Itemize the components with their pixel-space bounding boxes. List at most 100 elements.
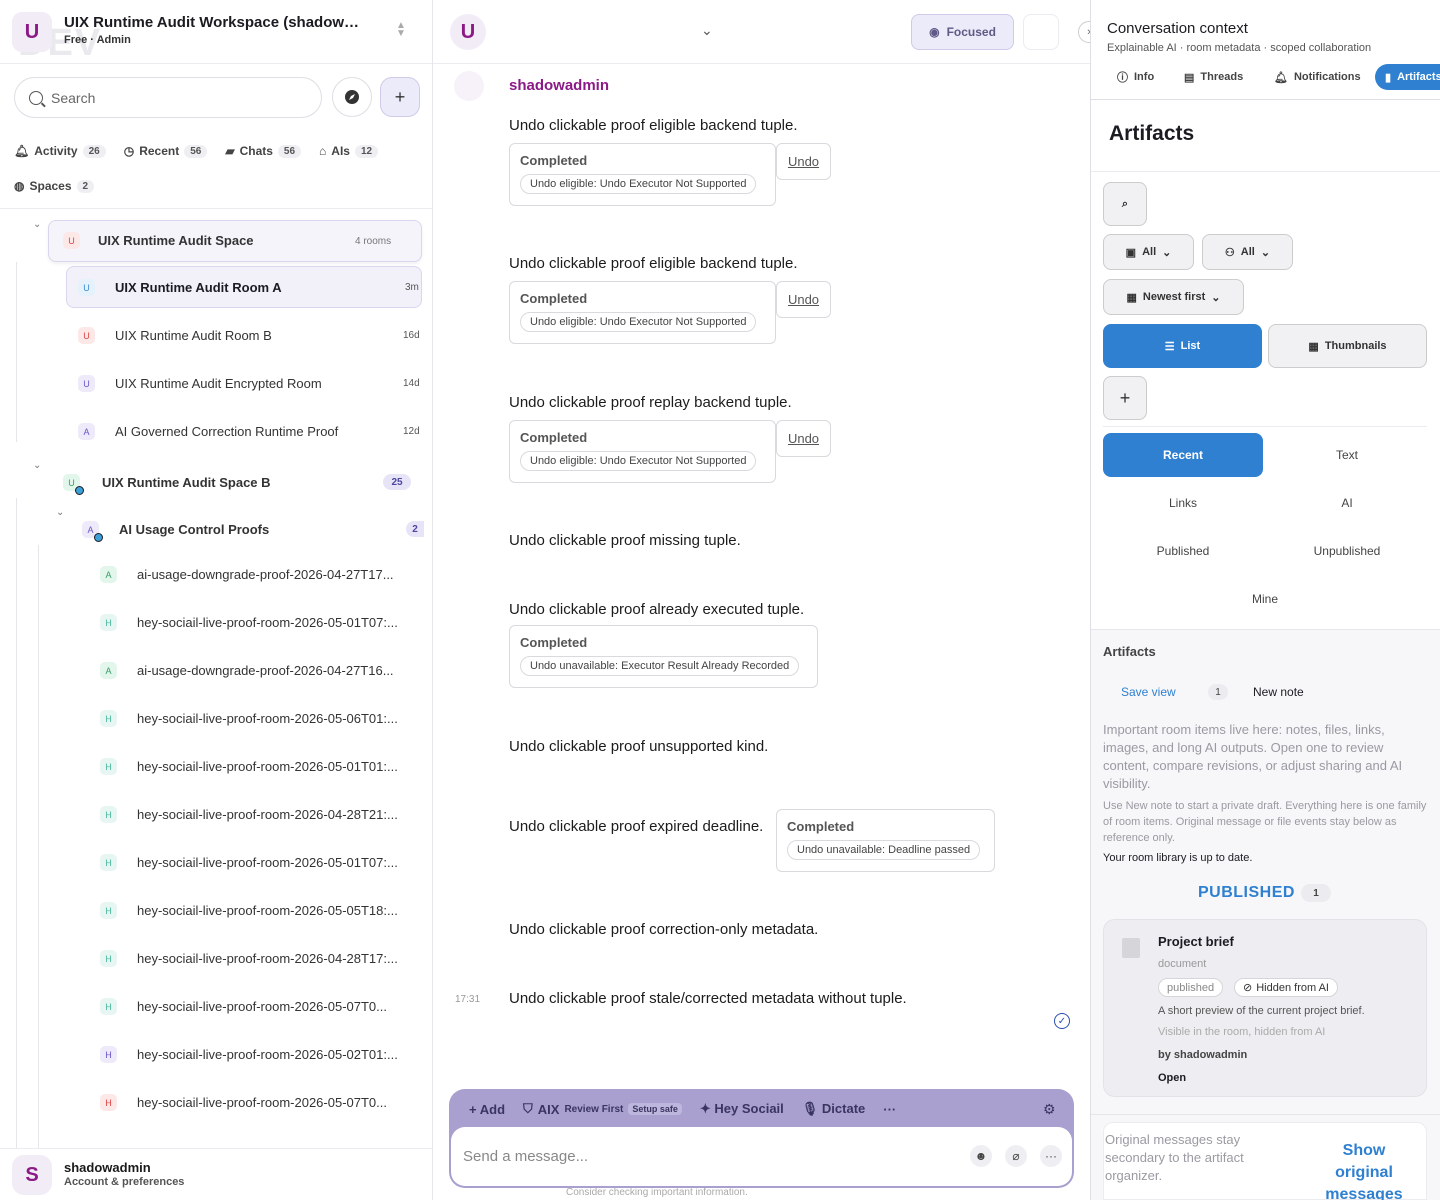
- category-recent[interactable]: Recent: [1103, 433, 1263, 477]
- search-icon: [29, 90, 43, 105]
- type-filter-dropdown[interactable]: ▣ All ⌄: [1103, 234, 1194, 270]
- action-card: Completed Undo eligible: Undo Executor N…: [509, 281, 776, 344]
- tab-info[interactable]: ⓘ Info: [1107, 64, 1164, 90]
- add-artifact-button[interactable]: +: [1103, 376, 1147, 420]
- search-placeholder: Search: [51, 89, 96, 106]
- subroom-name: ai-usage-downgrade-proof-2026-04-27T16..…: [137, 663, 394, 678]
- category-text[interactable]: Text: [1267, 433, 1427, 477]
- thumbnails-view-button[interactable]: ▦ Thumbnails: [1268, 324, 1427, 368]
- undo-button[interactable]: Undo: [776, 143, 831, 180]
- chevron-down-icon[interactable]: ⌄: [56, 507, 64, 518]
- workspace-switch-icon[interactable]: ▲ ▼: [396, 21, 406, 39]
- subroom-item[interactable]: Hhey-sociail-live-proof-room-2026-04-28T…: [100, 806, 398, 823]
- tab-count: 12: [354, 144, 379, 158]
- subroom-name: hey-sociail-live-proof-room-2026-04-28T1…: [137, 951, 398, 966]
- artifact-visibility-note: Visible in the room, hidden from AI: [1158, 1026, 1326, 1038]
- artifact-search-button[interactable]: ⌕: [1103, 182, 1147, 226]
- subroom-avatar: H: [100, 758, 117, 775]
- original-messages-footer: Original messages stay secondary to the …: [1103, 1122, 1427, 1200]
- collapse-panel-icon[interactable]: ›: [1078, 21, 1090, 43]
- chevron-down-icon[interactable]: ⌄: [701, 22, 713, 39]
- more-button[interactable]: ···: [883, 1102, 896, 1117]
- message-text: Undo clickable proof replay backend tupl…: [509, 394, 792, 411]
- space-name: UIX Runtime Audit Space B: [102, 475, 271, 490]
- aix-button[interactable]: ⛉ AIX Review First Setup safe: [523, 1101, 682, 1117]
- subroom-item[interactable]: Hhey-sociail-live-proof-room-2026-04-28T…: [100, 950, 398, 967]
- tab-artifacts[interactable]: ▮ Artifacts: [1375, 64, 1440, 90]
- room-time: 12d: [403, 426, 420, 437]
- add-button[interactable]: + Add: [469, 1102, 505, 1117]
- room-item[interactable]: A AI Governed Correction Runtime Proof: [78, 423, 338, 440]
- space-room-count: 4 rooms: [355, 236, 392, 247]
- room-item[interactable]: U UIX Runtime Audit Encrypted Room: [78, 375, 322, 392]
- subroom-item[interactable]: Hhey-sociail-live-proof-room-2026-05-01T…: [100, 758, 398, 775]
- account-avatar: S: [12, 1155, 52, 1195]
- category-links[interactable]: Links: [1103, 481, 1263, 525]
- category-ai[interactable]: AI: [1267, 481, 1427, 525]
- panel-subtitle: Explainable AI · room metadata · scoped …: [1107, 42, 1372, 54]
- chevron-down-icon[interactable]: ⌄: [33, 460, 41, 471]
- message-input[interactable]: Send a message... ☻ ⌀ ···: [451, 1127, 1072, 1186]
- space-avatar: U: [63, 474, 84, 495]
- more-icon[interactable]: ···: [1040, 1145, 1062, 1167]
- subroom-name: hey-sociail-live-proof-room-2026-05-01T0…: [137, 615, 398, 630]
- hey-sociail-button[interactable]: ✦ Hey Sociail: [700, 1101, 784, 1117]
- undo-button[interactable]: Undo: [776, 420, 831, 457]
- subroom-item[interactable]: Hhey-sociail-live-proof-room-2026-05-05T…: [100, 902, 398, 919]
- space-item-uix-runtime-audit-space-b[interactable]: U UIX Runtime Audit Space B: [63, 474, 271, 495]
- sidebar-search-input[interactable]: Search: [14, 77, 322, 118]
- open-artifact-button[interactable]: Open: [1158, 1072, 1186, 1084]
- hey-label: Hey Sociail: [714, 1101, 784, 1116]
- save-view-button[interactable]: Save view: [1121, 685, 1176, 699]
- attach-icon[interactable]: ⌀: [1005, 1145, 1027, 1167]
- room-item[interactable]: U UIX Runtime Audit Room B: [78, 327, 272, 344]
- subroom-item[interactable]: Hhey-sociail-live-proof-room-2026-05-07T…: [100, 1094, 387, 1111]
- category-mine[interactable]: Mine: [1185, 577, 1345, 621]
- subroom-item[interactable]: Hhey-sociail-live-proof-room-2026-05-07T…: [100, 998, 387, 1015]
- new-note-button[interactable]: New note: [1253, 685, 1304, 699]
- room-avatar[interactable]: U: [450, 14, 486, 50]
- category-published[interactable]: Published: [1103, 529, 1263, 573]
- subroom-item[interactable]: Aai-usage-downgrade-proof-2026-04-27T16.…: [100, 662, 394, 679]
- undo-button[interactable]: Undo: [776, 281, 831, 318]
- header-action-button[interactable]: [1023, 14, 1059, 50]
- tab-recent[interactable]: ◷ Recent 56: [124, 144, 208, 158]
- sender-name[interactable]: shadowadmin: [509, 77, 609, 94]
- chevron-down-icon: ⌄: [1211, 291, 1221, 304]
- emoji-icon[interactable]: ☻: [970, 1145, 992, 1167]
- category-unpublished[interactable]: Unpublished: [1267, 529, 1427, 573]
- artifact-card[interactable]: Project brief document published ⊘ Hidden…: [1103, 919, 1427, 1097]
- new-chat-button[interactable]: +: [380, 77, 420, 117]
- dictate-button[interactable]: 🎙︎ Dictate: [802, 1101, 865, 1117]
- subroom-item[interactable]: Hhey-sociail-live-proof-room-2026-05-01T…: [100, 614, 398, 631]
- tab-spaces[interactable]: ◍ Spaces 2: [14, 179, 95, 193]
- show-original-messages-button[interactable]: Show original messages: [1314, 1140, 1414, 1200]
- chevron-down-icon[interactable]: ⌄: [33, 219, 41, 230]
- list-view-button[interactable]: ☰ List: [1103, 324, 1262, 368]
- explore-button[interactable]: [332, 77, 372, 117]
- tab-chats[interactable]: ▰ Chats 56: [225, 144, 302, 158]
- focused-mode-button[interactable]: ◉ Focused: [911, 14, 1014, 50]
- tab-label: Activity: [34, 144, 78, 158]
- room-name: UIX Runtime Audit Room A: [115, 280, 282, 295]
- tab-ais[interactable]: ⌂ AIs 12: [319, 144, 379, 158]
- published-heading: PUBLISHED: [1198, 884, 1295, 901]
- workspace-avatar: U: [12, 12, 52, 52]
- tab-threads[interactable]: ▤ Threads: [1174, 64, 1253, 90]
- tab-notifications[interactable]: 🔔︎ Notifications: [1264, 64, 1371, 90]
- plus-icon: +: [469, 1101, 480, 1117]
- subroom-item[interactable]: Hhey-sociail-live-proof-room-2026-05-06T…: [100, 710, 398, 727]
- settings-icon[interactable]: ⚙: [1043, 1101, 1056, 1118]
- subroom-item[interactable]: Aai-usage-downgrade-proof-2026-04-27T17.…: [100, 566, 394, 583]
- composer: + Add ⛉ AIX Review First Setup safe ✦ Hey S…: [449, 1089, 1074, 1188]
- tab-activity[interactable]: 🔔︎ Activity 26: [14, 144, 106, 158]
- subroom-item[interactable]: Hhey-sociail-live-proof-room-2026-05-02T…: [100, 1046, 398, 1063]
- subroom-item[interactable]: Hhey-sociail-live-proof-room-2026-05-01T…: [100, 854, 398, 871]
- subspace-item-ai-usage-control-proofs[interactable]: A AI Usage Control Proofs: [82, 521, 269, 542]
- workspace-header[interactable]: DEV U UIX Runtime Audit Workspace (shado…: [0, 0, 432, 64]
- owner-filter-dropdown[interactable]: ⚇ All ⌄: [1202, 234, 1293, 270]
- sort-dropdown[interactable]: ▦ Newest first ⌄: [1103, 279, 1244, 315]
- room-name: UIX Runtime Audit Room B: [115, 328, 272, 343]
- tree-line: [16, 262, 17, 442]
- account-footer[interactable]: S shadowadmin Account & preferences: [0, 1148, 432, 1200]
